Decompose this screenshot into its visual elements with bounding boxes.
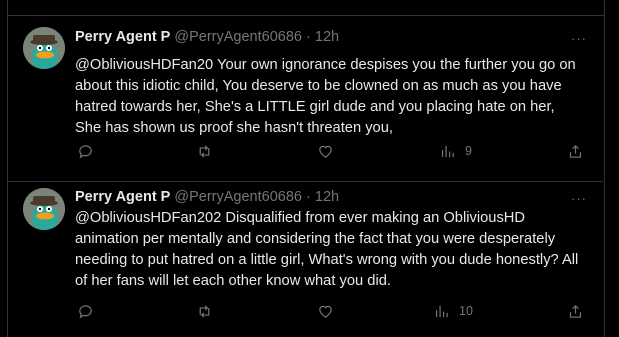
tweet-header: Perry Agent P @PerryAgent60686 · 12h — [75, 189, 339, 205]
perry-avatar-icon — [23, 27, 65, 69]
previous-tweet-divider — [7, 0, 605, 16]
share-button[interactable] — [567, 300, 584, 322]
views-count: 9 — [465, 144, 472, 158]
separator: · — [306, 29, 311, 45]
views-count: 10 — [459, 304, 473, 318]
tweet-text: @ObliviousHDFan20 Your own ignorance des… — [75, 57, 576, 136]
tweet[interactable]: Perry Agent P @PerryAgent60686 · 12h ···… — [8, 16, 603, 182]
views-button[interactable]: 10 — [433, 300, 473, 322]
share-icon — [569, 144, 582, 158]
reply-icon — [79, 304, 92, 318]
display-name[interactable]: Perry Agent P — [75, 29, 170, 45]
like-icon — [319, 145, 332, 158]
perry-avatar-icon — [23, 188, 65, 230]
timestamp[interactable]: 12h — [315, 189, 339, 205]
avatar[interactable] — [23, 188, 65, 230]
handle[interactable]: @PerryAgent60686 — [174, 29, 302, 45]
reply-button[interactable] — [77, 300, 94, 322]
share-button[interactable] — [567, 140, 584, 162]
display-name[interactable]: Perry Agent P — [75, 189, 170, 205]
share-icon — [569, 304, 582, 318]
retweet-button[interactable] — [196, 300, 213, 322]
like-button[interactable] — [317, 300, 334, 322]
more-icon[interactable]: ··· — [571, 31, 587, 46]
retweet-button[interactable] — [196, 140, 213, 162]
tweet-header: Perry Agent P @PerryAgent60686 · 12h — [75, 29, 339, 45]
avatar[interactable] — [23, 27, 65, 69]
more-icon[interactable]: ··· — [571, 191, 587, 206]
like-icon — [319, 305, 332, 318]
views-button[interactable]: 9 — [439, 140, 472, 162]
tweet-actions: 9 — [75, 140, 595, 162]
tweet-text: @ObliviousHDFan202 Disqualified from eve… — [75, 210, 579, 289]
handle[interactable]: @PerryAgent60686 — [174, 189, 302, 205]
reply-icon — [79, 144, 92, 158]
tweet-actions: 10 — [75, 300, 595, 322]
retweet-icon — [199, 144, 210, 158]
reply-button[interactable] — [77, 140, 94, 162]
like-button[interactable] — [317, 140, 334, 162]
views-icon — [435, 305, 448, 317]
tweet[interactable]: Perry Agent P @PerryAgent60686 · 12h ···… — [8, 182, 603, 337]
separator: · — [306, 189, 311, 205]
retweet-icon — [199, 304, 210, 318]
views-icon — [441, 145, 454, 157]
timestamp[interactable]: 12h — [315, 29, 339, 45]
